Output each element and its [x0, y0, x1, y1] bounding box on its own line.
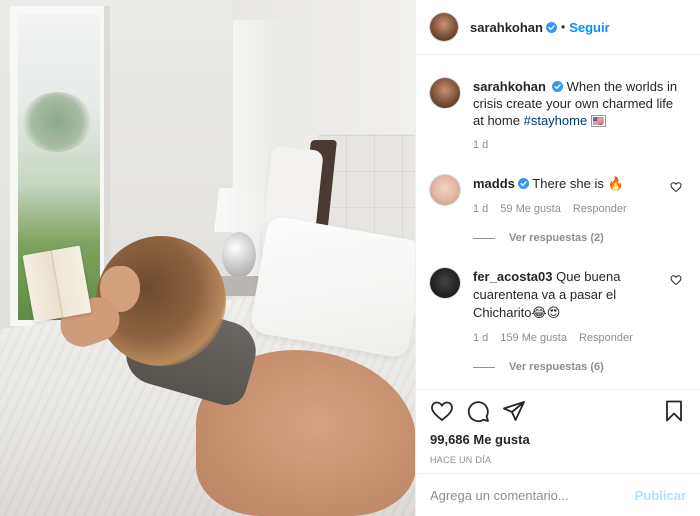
action-icons — [430, 390, 686, 432]
view-replies-button[interactable]: Ver respuestas (2) — [473, 232, 686, 244]
comment-time: 1 d — [473, 203, 489, 215]
header-separator: • — [560, 20, 566, 34]
comment-heart-icon[interactable] — [670, 181, 682, 193]
comment-meta: 1 d 59 Me gusta Responder — [473, 203, 648, 215]
comment-reply-button[interactable]: Responder — [573, 203, 627, 215]
comments-list[interactable]: sarahkohan When the worlds in crisis cre… — [416, 56, 700, 388]
caption-flag-emoji: 🇺🇸 — [590, 115, 607, 127]
author-avatar[interactable] — [430, 13, 458, 41]
comment-username[interactable]: fer_acosta03 — [473, 269, 553, 284]
comment-likes[interactable]: 159 Me gusta — [500, 332, 567, 344]
photo-book — [22, 245, 92, 323]
caption-username[interactable]: sarahkohan — [473, 79, 546, 94]
post-timestamp: HACE UN DÍA — [430, 455, 492, 465]
post-side-panel: sarahkohan • Seguir sarahkohan When the … — [415, 0, 700, 516]
instagram-post-modal: sarahkohan • Seguir sarahkohan When the … — [0, 0, 700, 516]
comment-meta: 1 d 159 Me gusta Responder — [473, 332, 648, 344]
post-header: sarahkohan • Seguir — [416, 0, 700, 55]
likes-count[interactable]: 99,686 Me gusta — [430, 432, 686, 447]
view-replies-label: Ver respuestas (2) — [509, 232, 604, 244]
comment-input[interactable] — [430, 487, 635, 503]
comment-item: fer_acosta03 Que buena cuarentena va a p… — [430, 268, 686, 344]
comment-text: madds There she is 🔥 — [473, 175, 648, 193]
comment-avatar[interactable] — [430, 175, 460, 205]
photo-lamp-shade — [214, 188, 268, 232]
comment-avatar[interactable] — [430, 268, 460, 298]
comment-time: 1 d — [473, 332, 489, 344]
author-username[interactable]: sarahkohan — [470, 20, 543, 35]
add-comment-bar: Publicar — [416, 473, 700, 516]
post-photo[interactable] — [0, 0, 415, 516]
comment-likes[interactable]: 59 Me gusta — [500, 203, 561, 215]
post-caption: sarahkohan When the worlds in crisis cre… — [430, 78, 686, 129]
heart-icon[interactable] — [430, 399, 454, 423]
post-actions: 99,686 Me gusta HACE UN DÍA — [416, 389, 700, 465]
view-replies-label: Ver respuestas (6) — [509, 361, 604, 373]
caption-text: sarahkohan When the worlds in crisis cre… — [473, 78, 686, 129]
verified-badge-icon — [517, 178, 529, 189]
comment-body: There she is 🔥 — [532, 176, 624, 191]
comment-item: madds There she is 🔥 1 d 59 Me gusta Res… — [430, 175, 686, 215]
view-replies-button[interactable]: Ver respuestas (6) — [473, 361, 686, 373]
caption-hashtag[interactable]: #stayhome — [524, 113, 588, 128]
comment-reply-button[interactable]: Responder — [579, 332, 633, 344]
verified-badge-icon — [545, 21, 557, 33]
comment-icon[interactable] — [466, 399, 490, 423]
bookmark-icon[interactable] — [662, 399, 686, 423]
post-comment-button[interactable]: Publicar — [635, 488, 686, 503]
comment-heart-icon[interactable] — [670, 274, 682, 286]
caption-time: 1 d — [473, 139, 489, 151]
verified-badge-icon — [551, 81, 563, 92]
photo-palm-tree — [22, 92, 92, 152]
send-icon[interactable] — [502, 399, 526, 423]
replies-divider — [473, 366, 495, 368]
comment-text: fer_acosta03 Que buena cuarentena va a p… — [473, 268, 648, 322]
follow-button[interactable]: Seguir — [569, 20, 609, 35]
replies-divider — [473, 237, 495, 239]
comment-username[interactable]: madds — [473, 176, 515, 191]
photo-lamp-base — [222, 232, 256, 278]
caption-avatar[interactable] — [430, 78, 460, 108]
